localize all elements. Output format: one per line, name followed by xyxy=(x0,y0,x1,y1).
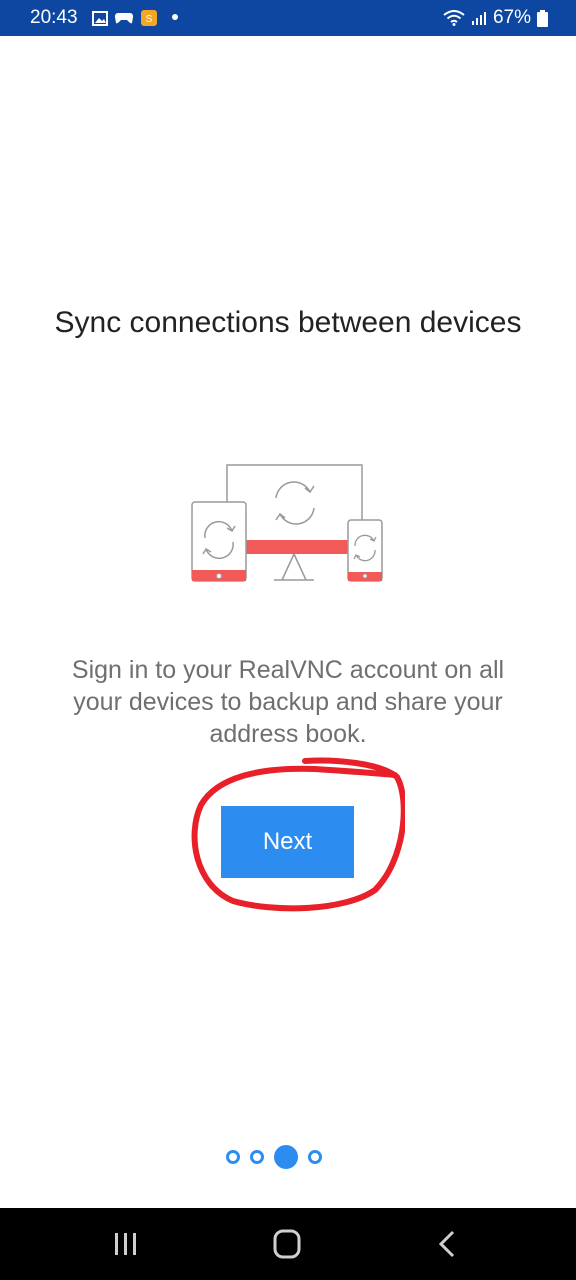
svg-text:S: S xyxy=(146,14,153,25)
notification-dot xyxy=(172,14,178,20)
battery-icon xyxy=(537,9,548,27)
status-bar: 20:43 S 67% xyxy=(0,0,576,36)
gamepad-icon xyxy=(115,13,133,24)
wifi-icon xyxy=(443,10,465,26)
gallery-icon xyxy=(92,10,108,26)
page-dot-4 xyxy=(308,1150,322,1164)
sync-devices-illustration xyxy=(191,464,383,582)
page-indicator xyxy=(226,1145,322,1169)
system-nav-bar xyxy=(0,1208,576,1280)
status-time: 20:43 xyxy=(30,7,78,28)
signal-icon xyxy=(471,12,486,25)
page-dot-1 xyxy=(226,1150,240,1164)
app-notification-icon: S xyxy=(141,10,157,26)
recent-apps-icon[interactable] xyxy=(106,1226,146,1262)
onboarding-description: Sign in to your RealVNC account on all y… xyxy=(71,656,505,748)
page-dot-2 xyxy=(250,1150,264,1164)
next-button[interactable]: Next xyxy=(221,806,354,878)
home-icon[interactable] xyxy=(267,1226,307,1262)
page-dot-3-active xyxy=(274,1145,298,1169)
battery-percent: 67% xyxy=(492,7,531,28)
back-icon[interactable] xyxy=(428,1226,468,1262)
onboarding-title: Sync connections between devices xyxy=(54,306,522,339)
